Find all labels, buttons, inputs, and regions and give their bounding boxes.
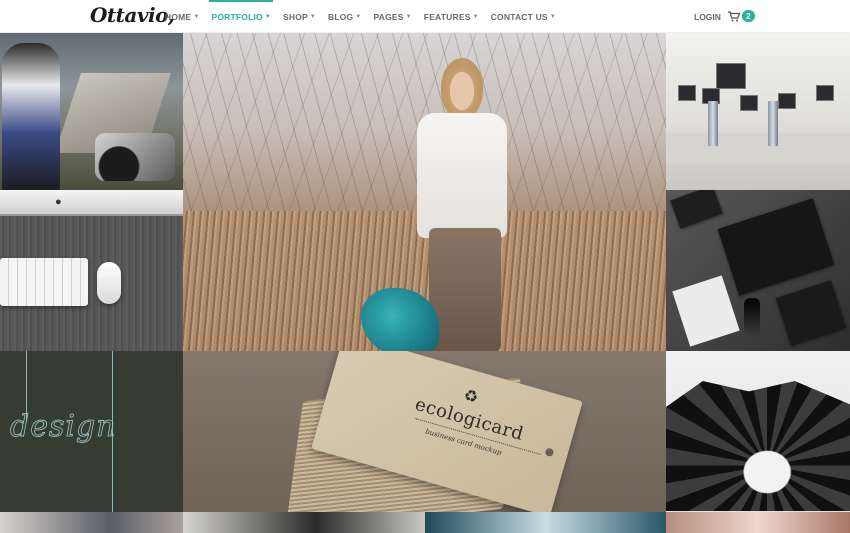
cart-button[interactable]: 2 xyxy=(728,9,755,23)
portfolio-item-bottom-2[interactable] xyxy=(183,512,425,533)
lab-pillar xyxy=(768,101,778,146)
portfolio-item-computer-lab[interactable] xyxy=(666,33,850,190)
keyboard xyxy=(0,258,88,306)
nav-item-features[interactable]: FEATURES ▼ xyxy=(424,0,479,33)
portfolio-item-bottom-1[interactable] xyxy=(0,512,183,533)
stationery-paper xyxy=(670,190,723,229)
nav-item-contact-us[interactable]: CONTACT US ▼ xyxy=(491,0,556,33)
woman-white-shirt xyxy=(417,113,507,238)
rider-figure xyxy=(2,43,60,190)
caret-down-icon: ▼ xyxy=(355,13,362,20)
nav-item-label: CONTACT US xyxy=(490,11,548,22)
nav-item-label: PAGES xyxy=(373,11,404,22)
nav-item-label: SHOP xyxy=(282,11,308,22)
caret-down-icon: ▼ xyxy=(193,13,200,20)
nav-item-label: HOME xyxy=(165,11,192,22)
nav-item-shop[interactable]: SHOP ▼ xyxy=(283,0,316,33)
lab-desk xyxy=(666,133,850,163)
apple-logo-icon: ● xyxy=(55,196,62,208)
recycle-icon: ♻ xyxy=(461,386,481,408)
top-header: Ottavio, HOME ▼ PORTFOLIO ▼ SHOP ▼ BLOG … xyxy=(0,0,850,33)
login-link[interactable]: LOGIN xyxy=(694,0,721,33)
portfolio-item-business-card[interactable]: ♻ ecologicard business card mockup xyxy=(183,351,666,512)
caret-down-icon: ▼ xyxy=(264,13,271,20)
nav-item-label: FEATURES xyxy=(423,11,471,22)
caret-down-icon: ▼ xyxy=(549,13,556,20)
stationery-paper xyxy=(775,280,847,346)
caret-down-icon: ▼ xyxy=(309,13,317,20)
portfolio-item-imac-desk[interactable]: ● xyxy=(0,190,183,351)
cart-count-badge: 2 xyxy=(742,10,755,22)
nav-item-label: PORTFOLIO xyxy=(211,11,263,22)
imac-monitor: ● xyxy=(0,190,183,216)
wax-stamp xyxy=(744,298,760,336)
site-logo[interactable]: Ottavio, xyxy=(90,3,175,27)
lab-screen xyxy=(778,93,796,109)
nav-item-blog[interactable]: BLOG ▼ xyxy=(328,0,362,33)
woman-trousers xyxy=(429,228,501,351)
lab-pillar xyxy=(708,101,718,146)
nav-item-pages[interactable]: PAGES ▼ xyxy=(374,0,412,33)
woman-head xyxy=(441,58,483,118)
sculpture-shape xyxy=(666,381,850,511)
nav-item-label: BLOG xyxy=(328,11,354,22)
nav-item-home[interactable]: HOME ▼ xyxy=(165,0,199,33)
nav-item-portfolio[interactable]: PORTFOLIO ▼ xyxy=(209,0,273,33)
card-hole xyxy=(544,447,555,458)
portfolio-item-paper-sculpture[interactable] xyxy=(666,351,850,512)
portfolio-item-black-stationery[interactable] xyxy=(666,190,850,351)
mouse xyxy=(97,262,121,304)
caret-down-icon: ▼ xyxy=(472,13,479,20)
portfolio-item-bottom-3[interactable] xyxy=(425,512,666,533)
stationery-white-card xyxy=(672,275,740,347)
lab-screen xyxy=(678,85,696,101)
motorbike-figure xyxy=(95,133,175,181)
lab-screen xyxy=(740,95,758,111)
caret-down-icon: ▼ xyxy=(405,13,412,20)
design-word: design xyxy=(10,409,117,445)
stationery-paper xyxy=(717,198,835,296)
portfolio-item-design-script[interactable]: design xyxy=(0,351,183,512)
portfolio-item-bottom-4[interactable] xyxy=(666,512,850,533)
main-nav: HOME ▼ PORTFOLIO ▼ SHOP ▼ BLOG ▼ PAGES ▼… xyxy=(165,0,568,33)
shopping-cart-icon xyxy=(728,10,740,21)
lab-screen xyxy=(816,85,834,101)
portfolio-item-motocross-rider[interactable] xyxy=(0,33,183,190)
lab-screen xyxy=(716,63,746,89)
portfolio-item-woman-in-field[interactable] xyxy=(183,33,666,351)
